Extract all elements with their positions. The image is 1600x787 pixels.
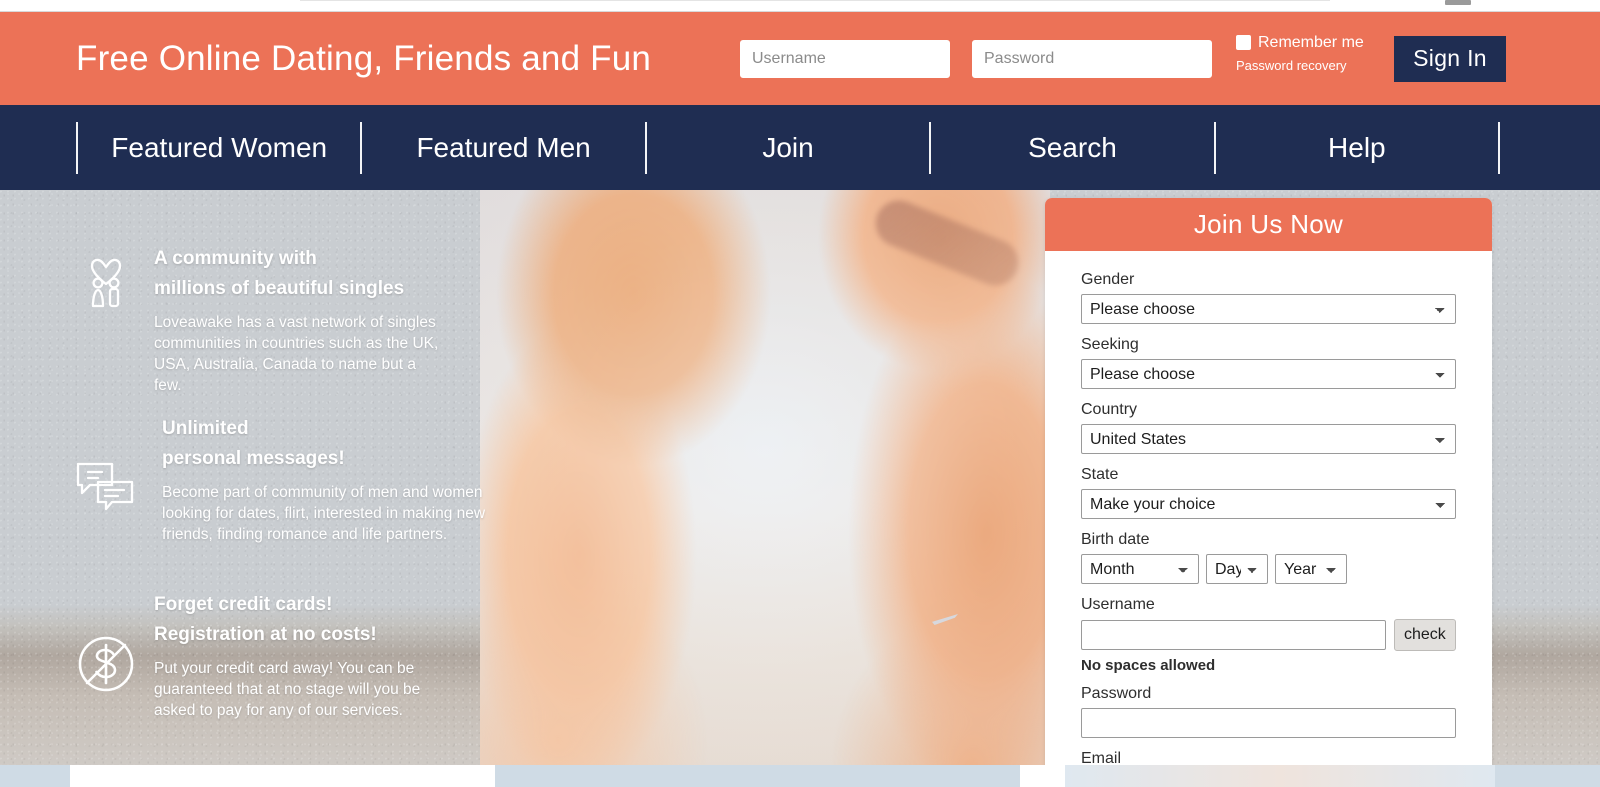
birth-day-select[interactable]: Day — [1206, 554, 1268, 584]
join-username-hint: No spaces allowed — [1081, 657, 1216, 674]
remember-me-checkbox[interactable] — [1236, 35, 1251, 50]
bottom-pane-mid — [1020, 765, 1065, 787]
feature-heading-line1: A community with — [154, 248, 317, 269]
nav-item-search[interactable]: Search — [931, 132, 1213, 164]
feature-body-community: Loveawake has a vast network of singles … — [154, 314, 439, 394]
remember-me-label: Remember me — [1258, 33, 1364, 51]
gender-select[interactable]: Please choose — [1081, 294, 1456, 324]
feature-heading-line2: personal messages! — [162, 448, 345, 469]
password-recovery-link[interactable]: Password recovery — [1236, 58, 1347, 73]
bottom-window-strip — [0, 765, 1600, 787]
sign-in-button[interactable]: Sign In — [1394, 35, 1506, 82]
feature-list: A community with millions of beautiful s… — [0, 190, 490, 765]
seeking-label: Seeking — [1081, 336, 1139, 353]
feature-item-no-cost: Forget credit cards! Registration at no … — [72, 588, 444, 721]
chat-bubbles-icon — [72, 452, 140, 520]
join-password-input[interactable] — [1081, 708, 1456, 738]
feature-text-messages: Unlimited personal messages! Become part… — [162, 412, 492, 545]
nav-divider — [76, 121, 78, 174]
remember-block: Remember me Password recovery — [1236, 34, 1382, 84]
field-seeking: Seeking Please choose — [1081, 335, 1456, 389]
remember-me-row[interactable]: Remember me — [1236, 34, 1364, 52]
join-panel-title: Join Us Now — [1045, 198, 1492, 251]
nav-item-featured-women[interactable]: Featured Women — [78, 132, 360, 164]
login-area: Remember me Password recovery Sign In — [740, 12, 1600, 105]
field-state: State Make your choice — [1081, 465, 1456, 519]
country-label: Country — [1081, 401, 1138, 418]
main-nav-inner: Featured Women Featured Men Join Search … — [76, 121, 1501, 174]
state-select[interactable]: Make your choice — [1081, 489, 1456, 519]
feature-body-messages: Become part of community of men and wome… — [162, 484, 486, 543]
join-form: Gender Please choose Seeking Please choo… — [1045, 251, 1492, 787]
nav-divider — [1213, 121, 1216, 174]
browser-chrome-strip — [0, 0, 1600, 12]
field-join-username: Username check No spaces allowed — [1081, 595, 1456, 674]
join-username-label: Username — [1081, 596, 1155, 613]
birthdate-label: Birth date — [1081, 531, 1150, 548]
nav-item-featured-men[interactable]: Featured Men — [362, 132, 644, 164]
username-input[interactable] — [740, 39, 950, 78]
hero-couple-photo — [480, 190, 1050, 765]
check-username-button[interactable]: check — [1393, 619, 1456, 651]
password-input[interactable] — [972, 39, 1212, 78]
feature-text-community: A community with millions of beautiful s… — [154, 242, 442, 396]
top-bar: Free Online Dating, Friends and Fun Reme… — [0, 12, 1600, 105]
birthdate-row: Month Day Year — [1081, 554, 1456, 584]
nav-divider — [1498, 121, 1501, 174]
feature-heading-line2: Registration at no costs! — [154, 624, 377, 645]
nav-divider — [360, 121, 363, 174]
join-username-input[interactable] — [1081, 620, 1386, 650]
couple-heart-icon — [72, 254, 140, 322]
feature-heading-line2: millions of beautiful singles — [154, 278, 405, 299]
hero-photo-warm-overlay — [480, 190, 1050, 765]
country-select[interactable]: United States — [1081, 424, 1456, 454]
browser-chrome-chip — [1445, 0, 1471, 5]
field-gender: Gender Please choose — [1081, 270, 1456, 324]
feature-heading-line1: Forget credit cards! — [154, 594, 333, 615]
main-nav-bar: Featured Women Featured Men Join Search … — [0, 105, 1600, 190]
gender-label: Gender — [1081, 271, 1135, 288]
birth-month-select[interactable]: Month — [1081, 554, 1199, 584]
no-dollar-icon — [72, 630, 140, 698]
field-join-password: Password — [1081, 684, 1456, 738]
feature-body-no-cost: Put your credit card away! You can be gu… — [154, 660, 421, 719]
feature-item-messages: Unlimited personal messages! Become part… — [72, 412, 492, 545]
birth-year-select[interactable]: Year — [1275, 554, 1347, 584]
nav-divider — [929, 121, 932, 174]
page-root: Free Online Dating, Friends and Fun Reme… — [0, 0, 1600, 787]
field-country: Country United States — [1081, 400, 1456, 454]
nav-item-help[interactable]: Help — [1216, 132, 1498, 164]
feature-text-no-cost: Forget credit cards! Registration at no … — [154, 588, 444, 721]
field-birthdate: Birth date Month Day Year — [1081, 530, 1456, 584]
site-title: Free Online Dating, Friends and Fun — [76, 38, 652, 78]
feature-heading-line1: Unlimited — [162, 418, 249, 439]
bottom-pane-left — [70, 765, 495, 787]
nav-item-join[interactable]: Join — [647, 132, 929, 164]
join-username-row: check — [1081, 619, 1456, 651]
join-password-label: Password — [1081, 685, 1152, 702]
nav-divider — [644, 121, 647, 174]
state-label: State — [1081, 466, 1119, 483]
browser-tab-line — [300, 0, 1330, 1]
feature-item-community: A community with millions of beautiful s… — [72, 242, 442, 396]
seeking-select[interactable]: Please choose — [1081, 359, 1456, 389]
bottom-pane-right — [1065, 765, 1495, 787]
join-us-panel: Join Us Now Gender Please choose Seeking… — [1045, 198, 1492, 787]
